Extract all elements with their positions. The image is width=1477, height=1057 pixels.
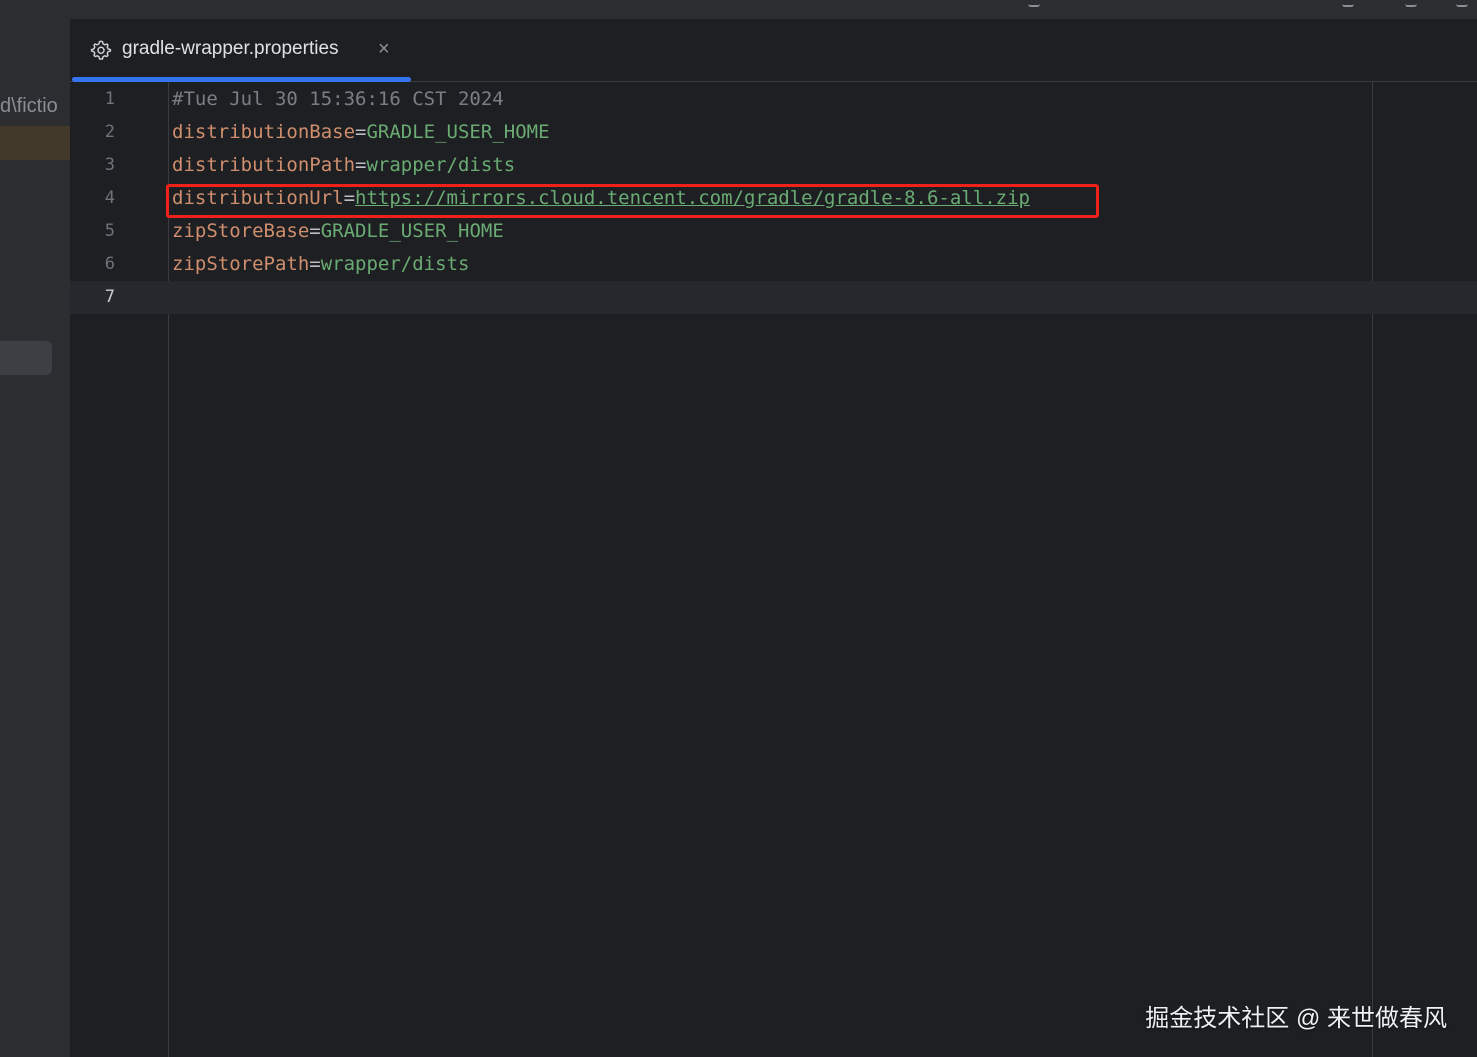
code-lines[interactable]: 1 #Tue Jul 30 15:36:16 CST 2024 2 distri… <box>70 83 1477 314</box>
current-code-line[interactable]: 7 <box>70 281 1477 314</box>
editor-area: gradle-wrapper.properties × 1 #Tue Jul 3… <box>70 19 1477 1057</box>
watermark-text: 掘金技术社区 @ 来世做春风 <box>1145 1005 1447 1032</box>
line-content[interactable]: #Tue Jul 30 15:36:16 CST 2024 <box>172 83 504 116</box>
property-key: zipStoreBase <box>172 220 310 242</box>
equals-sign: = <box>355 154 367 176</box>
line-content[interactable]: distributionPath=wrapper/dists <box>172 149 515 182</box>
tab-title: gradle-wrapper.properties <box>122 38 339 59</box>
code-line[interactable]: 4 distributionUrl=https://mirrors.cloud.… <box>70 182 1477 215</box>
equals-sign: = <box>343 187 356 209</box>
equals-sign: = <box>309 253 321 275</box>
code-line[interactable]: 2 distributionBase=GRADLE_USER_HOME <box>70 116 1477 149</box>
line-number[interactable]: 4 <box>70 182 115 215</box>
toolbar-icon[interactable] <box>1028 0 1040 7</box>
gear-icon <box>90 40 112 60</box>
sidebar-selected-row[interactable] <box>0 126 70 160</box>
property-value: GRADLE_USER_HOME <box>366 121 550 143</box>
property-value: wrapper/dists <box>320 253 470 275</box>
editor-tab-bar: gradle-wrapper.properties × <box>70 19 1477 82</box>
tab-gradle-wrapper-properties[interactable]: gradle-wrapper.properties × <box>72 19 411 82</box>
property-key: zipStorePath <box>172 253 310 275</box>
equals-sign: = <box>355 121 367 143</box>
toolbar-icon[interactable] <box>1456 0 1468 7</box>
project-sidebar: d\fictio <box>0 19 70 1057</box>
toolbar-icon[interactable] <box>1342 0 1354 7</box>
line-number[interactable]: 5 <box>70 215 115 248</box>
code-line[interactable]: 3 distributionPath=wrapper/dists <box>70 149 1477 182</box>
line-content[interactable]: distributionUrl=https://mirrors.cloud.te… <box>172 182 1030 215</box>
line-number[interactable]: 7 <box>70 281 115 314</box>
comment-text: #Tue Jul 30 15:36:16 CST 2024 <box>172 88 504 110</box>
line-number[interactable]: 1 <box>70 83 115 116</box>
sidebar-button[interactable] <box>0 341 52 375</box>
property-value: wrapper/dists <box>366 154 516 176</box>
top-toolbar <box>0 0 1477 19</box>
toolbar-icon[interactable] <box>1405 0 1417 7</box>
distribution-url-link[interactable]: https://mirrors.cloud.tencent.com/gradle… <box>355 187 1030 209</box>
line-content[interactable]: zipStoreBase=GRADLE_USER_HOME <box>172 215 504 248</box>
line-number[interactable]: 3 <box>70 149 115 182</box>
code-line[interactable]: 6 zipStorePath=wrapper/dists <box>70 248 1477 281</box>
line-content[interactable]: zipStorePath=wrapper/dists <box>172 248 469 281</box>
line-number[interactable]: 6 <box>70 248 115 281</box>
close-icon[interactable]: × <box>378 37 390 61</box>
code-line[interactable]: 5 zipStoreBase=GRADLE_USER_HOME <box>70 215 1477 248</box>
code-line[interactable]: 1 #Tue Jul 30 15:36:16 CST 2024 <box>70 83 1477 116</box>
property-key: distributionUrl <box>172 187 344 209</box>
sidebar-path-text[interactable]: d\fictio <box>0 95 70 118</box>
property-key: distributionBase <box>172 121 356 143</box>
property-value: GRADLE_USER_HOME <box>320 220 504 242</box>
line-content[interactable]: distributionBase=GRADLE_USER_HOME <box>172 116 550 149</box>
active-tab-indicator <box>72 77 411 82</box>
equals-sign: = <box>309 220 321 242</box>
ide-window: d\fictio gradle-wrapper.properties × 1 #… <box>0 0 1477 1057</box>
property-key: distributionPath <box>172 154 356 176</box>
line-number[interactable]: 2 <box>70 116 115 149</box>
